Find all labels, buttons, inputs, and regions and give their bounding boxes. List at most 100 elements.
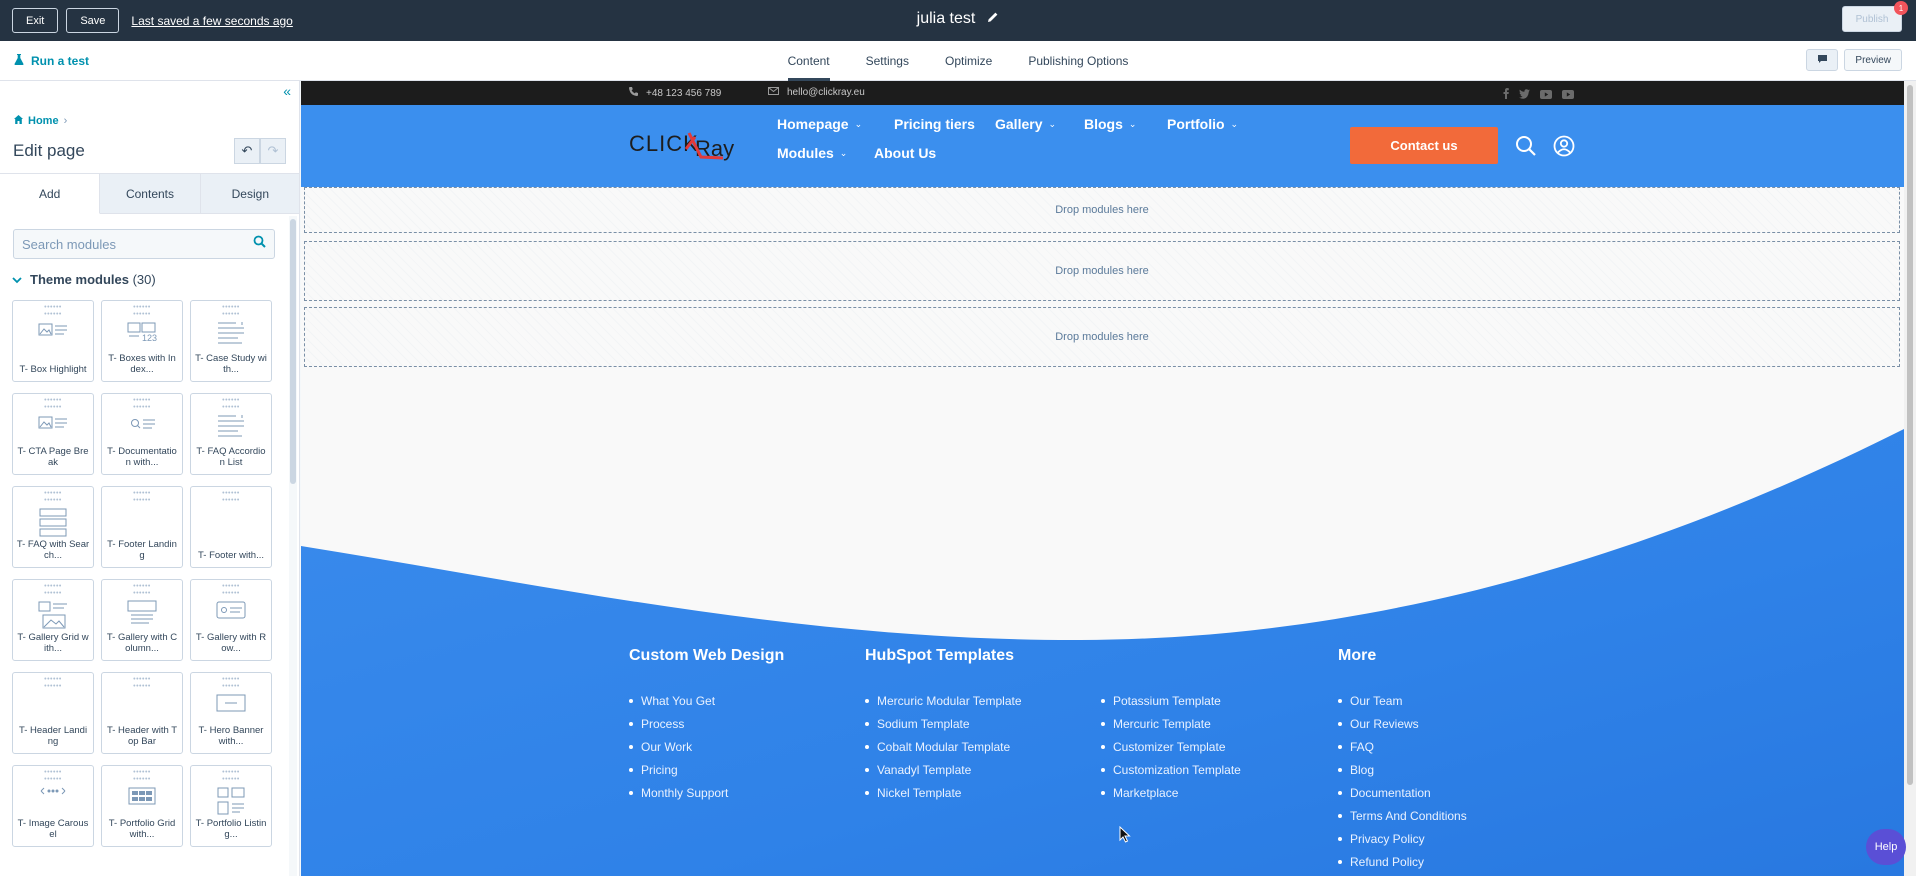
- footer-link[interactable]: Privacy Policy: [1338, 827, 1467, 850]
- drag-handle-icon[interactable]: •••••• ••••••: [191, 769, 271, 783]
- youtube-alt-icon[interactable]: [1562, 86, 1574, 104]
- search-icon[interactable]: [253, 235, 266, 253]
- drag-handle-icon[interactable]: •••••• ••••••: [13, 769, 93, 783]
- module-card[interactable]: •••••• •••••• T- Box Highlight: [12, 300, 94, 382]
- module-card[interactable]: •••••• •••••• T- CTA Page Bre ak: [12, 393, 94, 475]
- twitter-icon[interactable]: [1519, 86, 1530, 104]
- drop-zone[interactable]: Drop modules here: [304, 187, 1900, 233]
- exit-button[interactable]: Exit: [12, 8, 59, 33]
- comments-button[interactable]: [1806, 49, 1839, 71]
- footer-link[interactable]: Customization Template: [1101, 758, 1241, 781]
- preview-button[interactable]: Preview: [1844, 49, 1902, 71]
- drag-handle-icon[interactable]: •••••• ••••••: [102, 676, 182, 690]
- nav-item-homepage[interactable]: Homepage ⌄: [777, 116, 862, 132]
- last-saved-link[interactable]: Last saved a few seconds ago: [131, 14, 292, 28]
- footer-link[interactable]: Documentation: [1338, 781, 1467, 804]
- youtube-icon[interactable]: [1540, 86, 1552, 104]
- footer-link[interactable]: Pricing: [629, 758, 784, 781]
- footer-link[interactable]: Monthly Support: [629, 781, 784, 804]
- drag-handle-icon[interactable]: •••••• ••••••: [102, 769, 182, 783]
- module-card[interactable]: •••••• •••••• T- Gallery with C olumn...: [101, 579, 183, 661]
- sidebar-scrollbar[interactable]: [289, 216, 297, 876]
- footer-link[interactable]: Terms And Conditions: [1338, 804, 1467, 827]
- panel-tab-contents[interactable]: Contents: [100, 174, 201, 213]
- module-card[interactable]: •••••• •••••• T- FAQ with Sear ch...: [12, 486, 94, 568]
- contact-us-button[interactable]: Contact us: [1350, 127, 1498, 164]
- module-card[interactable]: •••••• •••••• 123 T- Boxes with In dex...: [101, 300, 183, 382]
- nav-item-pricing-tiers[interactable]: Pricing tiers: [894, 116, 975, 132]
- drop-zone[interactable]: Drop modules here: [304, 241, 1900, 301]
- tab-settings[interactable]: Settings: [848, 41, 927, 81]
- publish-button[interactable]: Publish: [1842, 6, 1902, 32]
- nav-item-modules[interactable]: Modules ⌄: [777, 145, 847, 161]
- drag-handle-icon[interactable]: •••••• ••••••: [13, 490, 93, 504]
- panel-tab-add[interactable]: Add: [0, 174, 101, 214]
- footer-link[interactable]: What You Get: [629, 689, 784, 712]
- footer-link[interactable]: Customizer Template: [1101, 735, 1241, 758]
- module-card[interactable]: •••••• •••••• T- Footer Landin g: [101, 486, 183, 568]
- drag-handle-icon[interactable]: •••••• ••••••: [13, 583, 93, 597]
- module-card[interactable]: •••••• •••••• T- Portfolio Grid with...: [101, 765, 183, 847]
- user-account-icon[interactable]: [1553, 135, 1575, 162]
- pencil-icon[interactable]: [987, 10, 999, 28]
- footer-link[interactable]: Vanadyl Template: [865, 758, 1022, 781]
- drag-handle-icon[interactable]: •••••• ••••••: [13, 676, 93, 690]
- module-card[interactable]: •••••• •••••• T- Header Landi ng: [12, 672, 94, 754]
- footer-link[interactable]: Refund Policy: [1338, 850, 1467, 873]
- module-card[interactable]: •••••• •••••• T- Case Study wi th...: [190, 300, 272, 382]
- drag-handle-icon[interactable]: •••••• ••••••: [191, 676, 271, 690]
- save-button[interactable]: Save: [66, 8, 120, 33]
- breadcrumb-home-link[interactable]: Home: [28, 115, 59, 127]
- facebook-icon[interactable]: [1503, 86, 1509, 104]
- tab-publishing-options[interactable]: Publishing Options: [1010, 41, 1146, 81]
- drag-handle-icon[interactable]: •••••• ••••••: [191, 304, 271, 318]
- clickray-logo[interactable]: CLICK Ray: [629, 127, 751, 163]
- footer-link[interactable]: Nickel Template: [865, 781, 1022, 804]
- footer-link[interactable]: Our Team: [1338, 689, 1467, 712]
- module-card[interactable]: •••••• •••••• T- Image Carous el: [12, 765, 94, 847]
- footer-link[interactable]: Marketplace: [1101, 781, 1241, 804]
- drag-handle-icon[interactable]: •••••• ••••••: [102, 490, 182, 504]
- drag-handle-icon[interactable]: •••••• ••••••: [102, 304, 182, 318]
- theme-modules-header[interactable]: Theme modules (30): [12, 272, 156, 287]
- tab-content[interactable]: Content: [770, 41, 848, 81]
- module-card[interactable]: •••••• •••••• T- FAQ Accordio n List: [190, 393, 272, 475]
- nav-item-gallery[interactable]: Gallery ⌄: [995, 116, 1056, 132]
- footer-link[interactable]: Cobalt Modular Template: [865, 735, 1022, 758]
- footer-link[interactable]: FAQ: [1338, 735, 1467, 758]
- redo-button[interactable]: ↷: [260, 138, 286, 164]
- footer-link[interactable]: Our Reviews: [1338, 712, 1467, 735]
- footer-link[interactable]: Mercuric Template: [1101, 712, 1241, 735]
- module-search-input[interactable]: [22, 236, 253, 252]
- drop-zone[interactable]: Drop modules here: [304, 307, 1900, 367]
- undo-button[interactable]: ↶: [234, 138, 260, 164]
- panel-tab-design[interactable]: Design: [201, 174, 299, 213]
- drag-handle-icon[interactable]: •••••• ••••••: [13, 397, 93, 411]
- drag-handle-icon[interactable]: •••••• ••••••: [191, 490, 271, 504]
- help-button[interactable]: Help: [1866, 829, 1906, 865]
- nav-item-about-us[interactable]: About Us: [874, 145, 936, 161]
- run-test-link[interactable]: Run a test: [14, 53, 89, 68]
- drag-handle-icon[interactable]: •••••• ••••••: [102, 583, 182, 597]
- footer-link[interactable]: Sodium Template: [865, 712, 1022, 735]
- drag-handle-icon[interactable]: •••••• ••••••: [191, 397, 271, 411]
- nav-item-blogs[interactable]: Blogs ⌄: [1084, 116, 1136, 132]
- footer-link[interactable]: Blog: [1338, 758, 1467, 781]
- module-card[interactable]: •••••• •••••• T- Header with T op Bar: [101, 672, 183, 754]
- drag-handle-icon[interactable]: •••••• ••••••: [191, 583, 271, 597]
- collapse-sidebar-icon[interactable]: «: [283, 83, 291, 99]
- search-icon[interactable]: [1515, 135, 1537, 162]
- footer-link[interactable]: Process: [629, 712, 784, 735]
- module-card[interactable]: •••••• •••••• T- Gallery with R ow...: [190, 579, 272, 661]
- module-card[interactable]: •••••• •••••• T- Hero Banner with...: [190, 672, 272, 754]
- tab-optimize[interactable]: Optimize: [927, 41, 1010, 81]
- module-card[interactable]: •••••• •••••• T- Footer with...: [190, 486, 272, 568]
- footer-link[interactable]: Mercuric Modular Template: [865, 689, 1022, 712]
- drag-handle-icon[interactable]: •••••• ••••••: [102, 397, 182, 411]
- module-card[interactable]: •••••• •••••• T- Gallery Grid w ith...: [12, 579, 94, 661]
- drag-handle-icon[interactable]: •••••• ••••••: [13, 304, 93, 318]
- footer-link[interactable]: Our Work: [629, 735, 784, 758]
- footer-link[interactable]: Potassium Template: [1101, 689, 1241, 712]
- canvas-scrollbar[interactable]: [1904, 81, 1916, 876]
- module-card[interactable]: •••••• •••••• T- Portfolio Listin g...: [190, 765, 272, 847]
